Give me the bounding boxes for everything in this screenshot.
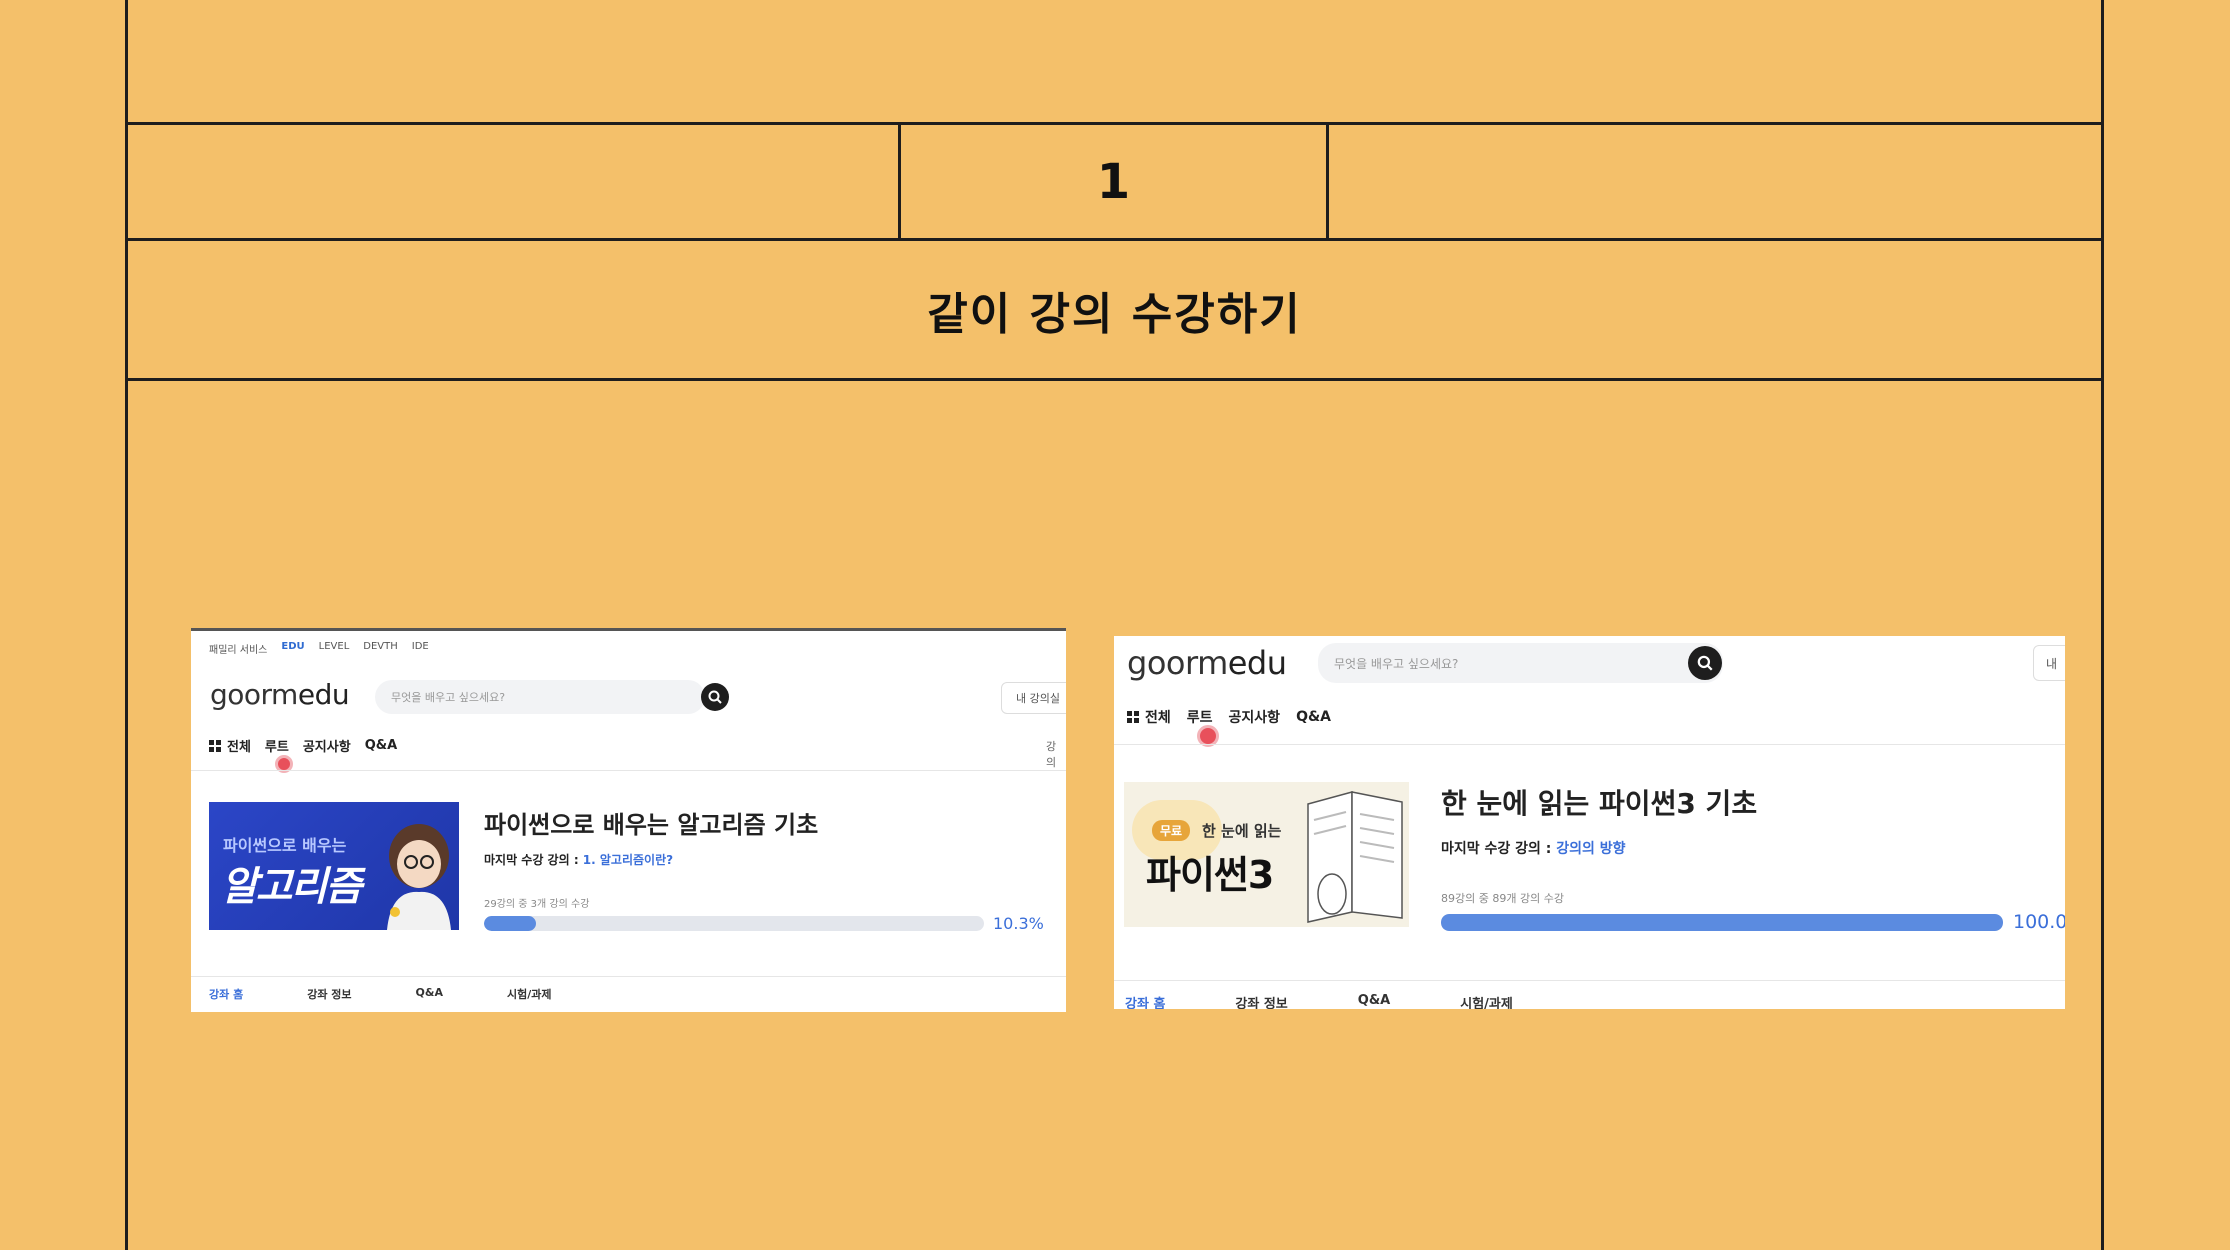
logo-suffix: edu [297, 678, 350, 711]
course-thumbnail[interactable]: 파이썬으로 배우는 알고리즘 [209, 802, 459, 930]
nav-qna[interactable]: Q&A [1296, 709, 1331, 725]
nav-notice[interactable]: 공지사항 [303, 736, 351, 755]
family-service-bar: 패밀리 서비스 EDU LEVEL DEVTH IDE [209, 641, 429, 656]
instructor-illustration [387, 824, 451, 930]
thumbnail-subtitle: 한 눈에 읽는 [1202, 822, 1282, 840]
last-lecture-link[interactable]: 강의의 방향 [1556, 841, 1625, 857]
nav-divider [191, 770, 1066, 771]
tab-exam[interactable]: 시험/과제 [507, 986, 552, 1002]
progress-percent: 100.0 [2013, 911, 2065, 933]
nav-qna[interactable]: Q&A [365, 738, 397, 753]
my-classroom-button[interactable]: 내 [2033, 645, 2065, 681]
family-link-level[interactable]: LEVEL [319, 641, 350, 656]
slide-title: 같이 강의 수강하기 [927, 288, 1302, 340]
my-classroom-button[interactable]: 내 강의실 [1001, 682, 1066, 714]
frame-right-border [2101, 0, 2104, 1250]
frame-left-border [125, 0, 128, 1250]
nav-divider [1114, 744, 2065, 745]
course-screenshot-2: goormedu 무엇을 배우고 싶으세요? 내 전체 루트 공지사항 Q&A … [1114, 636, 2065, 1009]
progress-fill [484, 916, 536, 931]
progress-fill [1441, 914, 2003, 931]
tab-qna[interactable]: Q&A [416, 986, 443, 1002]
last-lecture: 마지막 수강 강의 : 강의의 방향 [1441, 838, 1626, 858]
progress-bar [1441, 914, 2003, 931]
course-title[interactable]: 한 눈에 읽는 파이썬3 기초 [1441, 782, 1757, 822]
nav-all[interactable]: 전체 [227, 736, 251, 755]
family-link-ide[interactable]: IDE [412, 641, 429, 656]
logo-prefix: goorm [1127, 644, 1228, 682]
course-tabs: 강좌 홈 강좌 정보 Q&A 시험/과제 [209, 986, 551, 1002]
tab-exam[interactable]: 시험/과제 [1460, 993, 1513, 1009]
grid-icon [1127, 711, 1139, 723]
course-thumbnail[interactable]: 무료 한 눈에 읽는 파이썬3 [1124, 782, 1409, 927]
progress-caption: 29강의 중 3개 강의 수강 [484, 899, 590, 910]
frame-divider-bottom [125, 378, 2104, 381]
tab-course-home[interactable]: 강좌 홈 [209, 986, 243, 1002]
goormedu-logo[interactable]: goormedu [1127, 644, 1287, 682]
tab-course-info[interactable]: 강좌 정보 [1235, 993, 1287, 1009]
last-lecture-link[interactable]: 1. 알고리즘이란? [583, 853, 673, 867]
family-link-devth[interactable]: DEVTH [363, 641, 398, 656]
last-lecture-label: 마지막 수강 강의 : [1441, 841, 1557, 857]
search-icon [708, 690, 722, 704]
progress-percent: 10.3% [993, 914, 1044, 933]
nav-all[interactable]: 전체 [1145, 707, 1171, 727]
search-input[interactable]: 무엇을 배우고 싶으세요? [375, 680, 705, 714]
course-tabs: 강좌 홈 강좌 정보 Q&A 시험/과제 [1125, 993, 1513, 1009]
main-nav: 전체 루트 공지사항 Q&A [1127, 707, 1331, 727]
tab-course-info[interactable]: 강좌 정보 [307, 986, 351, 1002]
nav-root[interactable]: 루트 [1187, 707, 1213, 727]
search-button[interactable] [1688, 646, 1722, 680]
progress-bar [484, 916, 984, 931]
frame-cell-divider-right [1326, 122, 1329, 240]
thumbnail-title: 파이썬3 [1146, 853, 1274, 897]
nav-right-link[interactable]: 강의 [1046, 738, 1066, 770]
search-icon [1697, 655, 1713, 671]
free-badge: 무료 [1152, 820, 1191, 841]
progress-caption: 89강의 중 89개 강의 수강 [1441, 892, 1564, 905]
tab-qna[interactable]: Q&A [1358, 993, 1390, 1009]
nav-root[interactable]: 루트 [265, 736, 289, 755]
search-button[interactable] [701, 683, 729, 711]
last-lecture: 마지막 수강 강의 : 1. 알고리즘이란? [484, 851, 673, 868]
book-illustration [1307, 791, 1403, 923]
slide-number: 1 [1096, 153, 1131, 210]
search-input[interactable]: 무엇을 배우고 싶으세요? [1318, 643, 1723, 683]
thumbnail-subtitle: 파이썬으로 배우는 [223, 836, 347, 855]
goormedu-logo[interactable]: goormedu [210, 678, 350, 711]
main-nav: 전체 루트 공지사항 Q&A [209, 736, 397, 755]
tab-course-home[interactable]: 강좌 홈 [1125, 993, 1165, 1009]
tabs-divider [1114, 980, 2065, 981]
course-screenshot-1: 패밀리 서비스 EDU LEVEL DEVTH IDE goormedu 무엇을… [191, 628, 1066, 1012]
logo-suffix: edu [1227, 644, 1287, 682]
thumbnail-title: 알고리즘 [221, 864, 362, 910]
nav-notice[interactable]: 공지사항 [1229, 707, 1281, 727]
last-lecture-label: 마지막 수강 강의 : [484, 853, 583, 867]
tabs-divider [191, 976, 1066, 977]
grid-icon [209, 739, 221, 752]
family-service-label: 패밀리 서비스 [209, 645, 268, 656]
course-title[interactable]: 파이썬으로 배우는 알고리즘 기초 [484, 805, 818, 840]
family-link-edu[interactable]: EDU [281, 641, 304, 656]
logo-prefix: goorm [210, 678, 298, 711]
